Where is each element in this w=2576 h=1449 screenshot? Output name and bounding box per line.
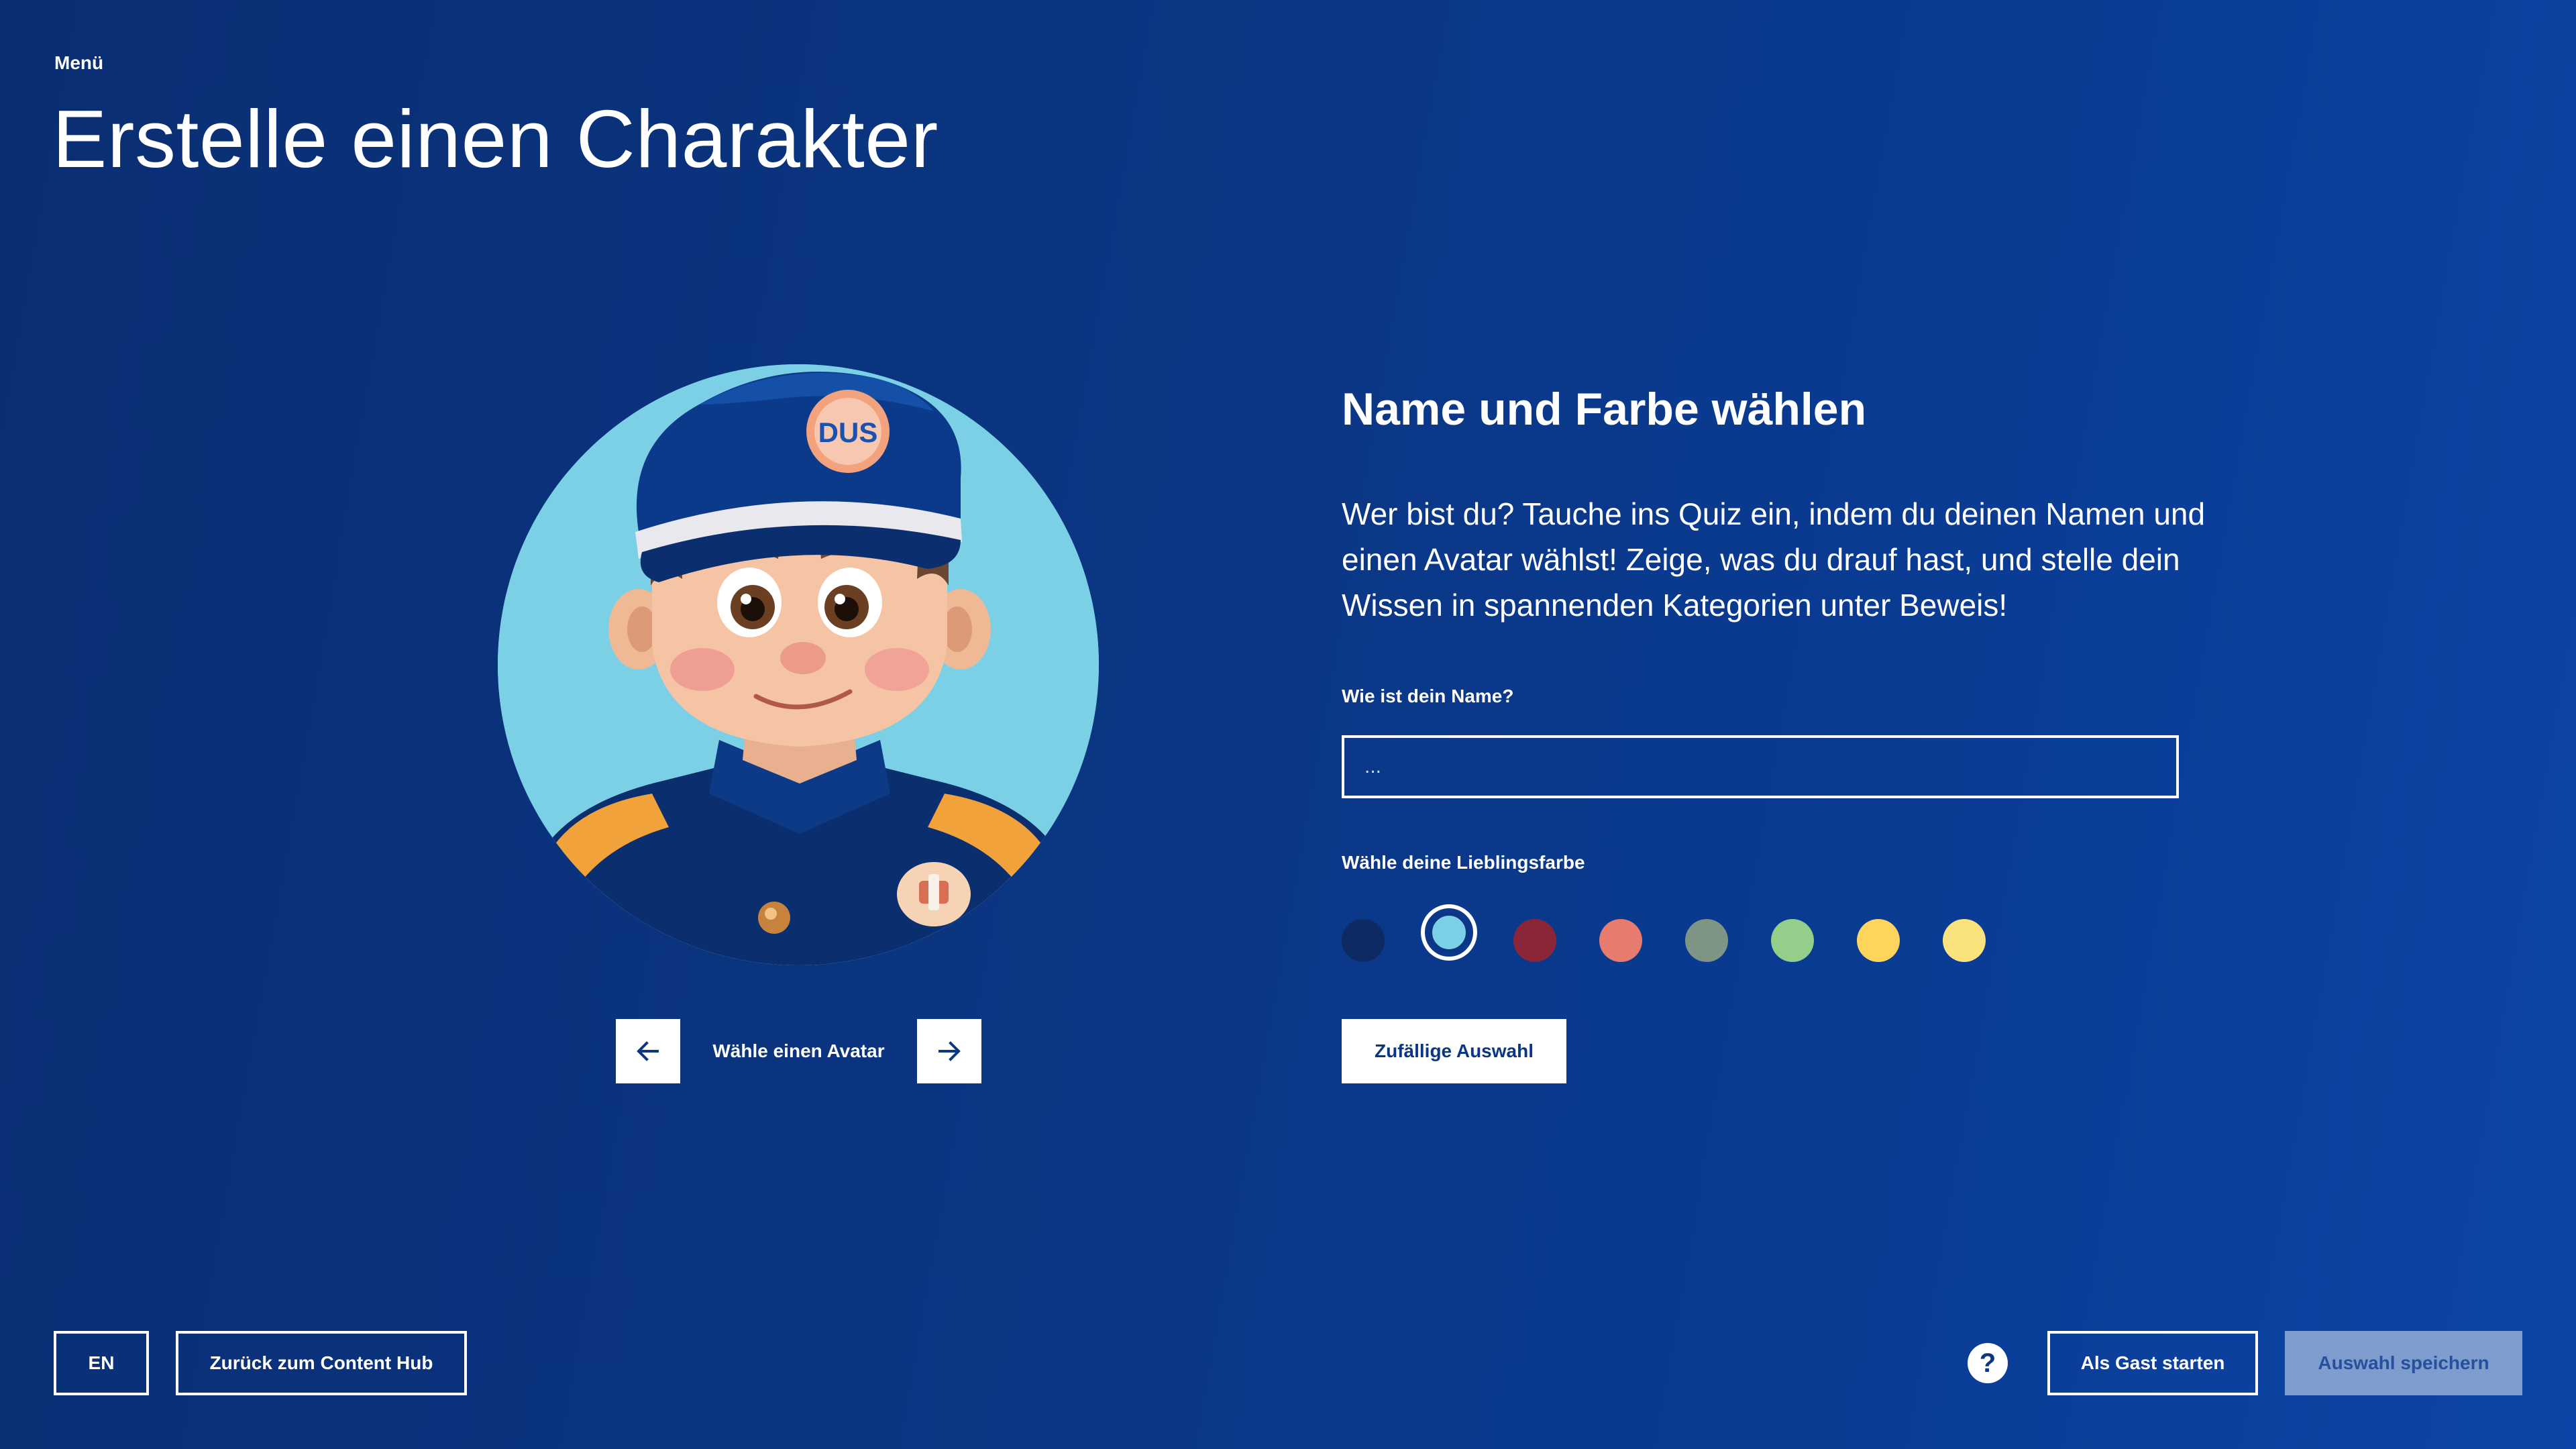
random-selection-button[interactable]: Zufällige Auswahl — [1342, 1019, 1566, 1083]
name-input[interactable] — [1342, 735, 2179, 798]
color-swatch[interactable] — [1857, 919, 1900, 962]
page-title: Erstelle einen Charakter — [52, 93, 938, 184]
section-title: Name und Farbe wählen — [1342, 384, 1867, 435]
previous-avatar-button[interactable] — [616, 1019, 680, 1083]
language-button[interactable]: EN — [54, 1331, 149, 1395]
color-swatch[interactable] — [1513, 919, 1556, 962]
question-mark-icon[interactable]: ? — [1968, 1343, 2008, 1383]
color-swatch[interactable] — [1943, 919, 1986, 962]
start-as-guest-button[interactable]: Als Gast starten — [2047, 1331, 2258, 1395]
back-to-content-hub-button[interactable]: Zurück zum Content Hub — [176, 1331, 467, 1395]
avatar-selector: Wähle einen Avatar — [616, 1019, 981, 1083]
avatar-selector-label: Wähle einen Avatar — [712, 1040, 885, 1061]
color-swatch[interactable] — [1342, 919, 1385, 962]
name-field-label: Wie ist dein Name? — [1342, 686, 1514, 706]
color-swatch[interactable] — [1771, 919, 1814, 962]
menu-link[interactable]: Menü — [54, 52, 103, 74]
next-avatar-button[interactable] — [917, 1019, 981, 1083]
color-swatch[interactable] — [1685, 919, 1728, 962]
arrow-right-icon — [938, 1041, 961, 1061]
avatar-image: DUS — [498, 364, 1099, 965]
intro-text: Wer bist du? Tauche ins Quiz ein, indem … — [1342, 496, 2206, 623]
arrow-left-icon — [637, 1041, 659, 1061]
save-selection-button[interactable]: Auswahl speichern — [2285, 1331, 2522, 1395]
color-swatch[interactable] — [1599, 919, 1642, 962]
color-swatch[interactable] — [1421, 904, 1477, 961]
selected-color-fill — [1429, 912, 1469, 953]
cap-badge-text: DUS — [818, 417, 878, 448]
color-field-label: Wähle deine Lieblingsfarbe — [1342, 852, 1585, 873]
